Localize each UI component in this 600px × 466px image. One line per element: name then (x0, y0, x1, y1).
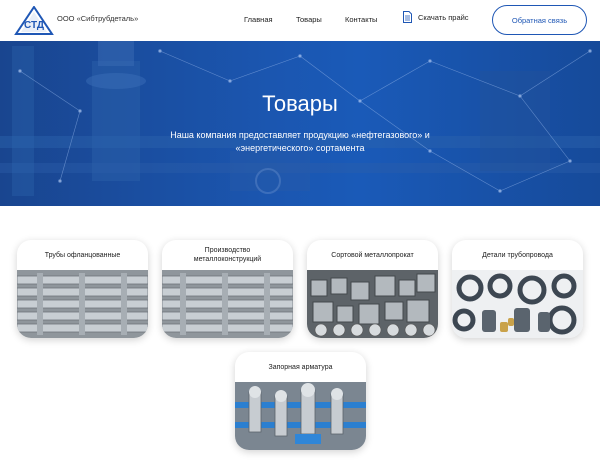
product-card-label: Детали трубопровода (482, 251, 553, 259)
product-card-metal-structures[interactable]: Производство металлоконструкций (162, 240, 293, 338)
valves-image (235, 382, 366, 450)
product-card-label: Производство металлоконструкций (193, 247, 262, 263)
page-title: Товары (262, 91, 338, 116)
feedback-button[interactable]: Обратная связь (492, 5, 587, 35)
product-card-pipeline-parts[interactable]: Детали трубопровода (452, 240, 583, 338)
hero-banner: Товары Наша компания предоставляет проду… (0, 41, 600, 206)
download-price-label: Скачать прайс (418, 12, 469, 22)
rolled-metal-image (307, 270, 438, 338)
page-subtitle: Наша компания предоставляет продукцию «н… (170, 130, 430, 153)
product-card-label: Сортовой металлопрокат (331, 251, 414, 259)
logo-text: СТД (24, 20, 44, 31)
nav-home[interactable]: Главная (244, 15, 273, 24)
product-card-valves[interactable]: Запорная арматура (235, 352, 366, 450)
nav-contacts[interactable]: Контакты (345, 15, 377, 24)
nav-products[interactable]: Товары (296, 15, 322, 24)
product-card-flanged-pipes[interactable]: Трубы офланцованные (17, 240, 148, 338)
company-logo[interactable]: СТД (14, 6, 54, 36)
product-card-label: Запорная арматура (268, 363, 333, 371)
document-icon (403, 11, 412, 23)
download-price-link[interactable]: Скачать прайс (403, 11, 469, 23)
site-header: СТД ООО «Сибтрубдеталь» Главная Товары К… (0, 0, 600, 41)
company-name: ООО «Сибтрубдеталь» (57, 14, 139, 23)
metal-structures-image (162, 270, 293, 338)
hero-background-pipes (0, 41, 600, 196)
flanged-pipes-image (17, 270, 148, 338)
product-card-rolled-metal[interactable]: Сортовой металлопрокат (307, 240, 438, 338)
pipeline-parts-image (452, 270, 583, 338)
product-card-label: Трубы офланцованные (44, 251, 121, 259)
